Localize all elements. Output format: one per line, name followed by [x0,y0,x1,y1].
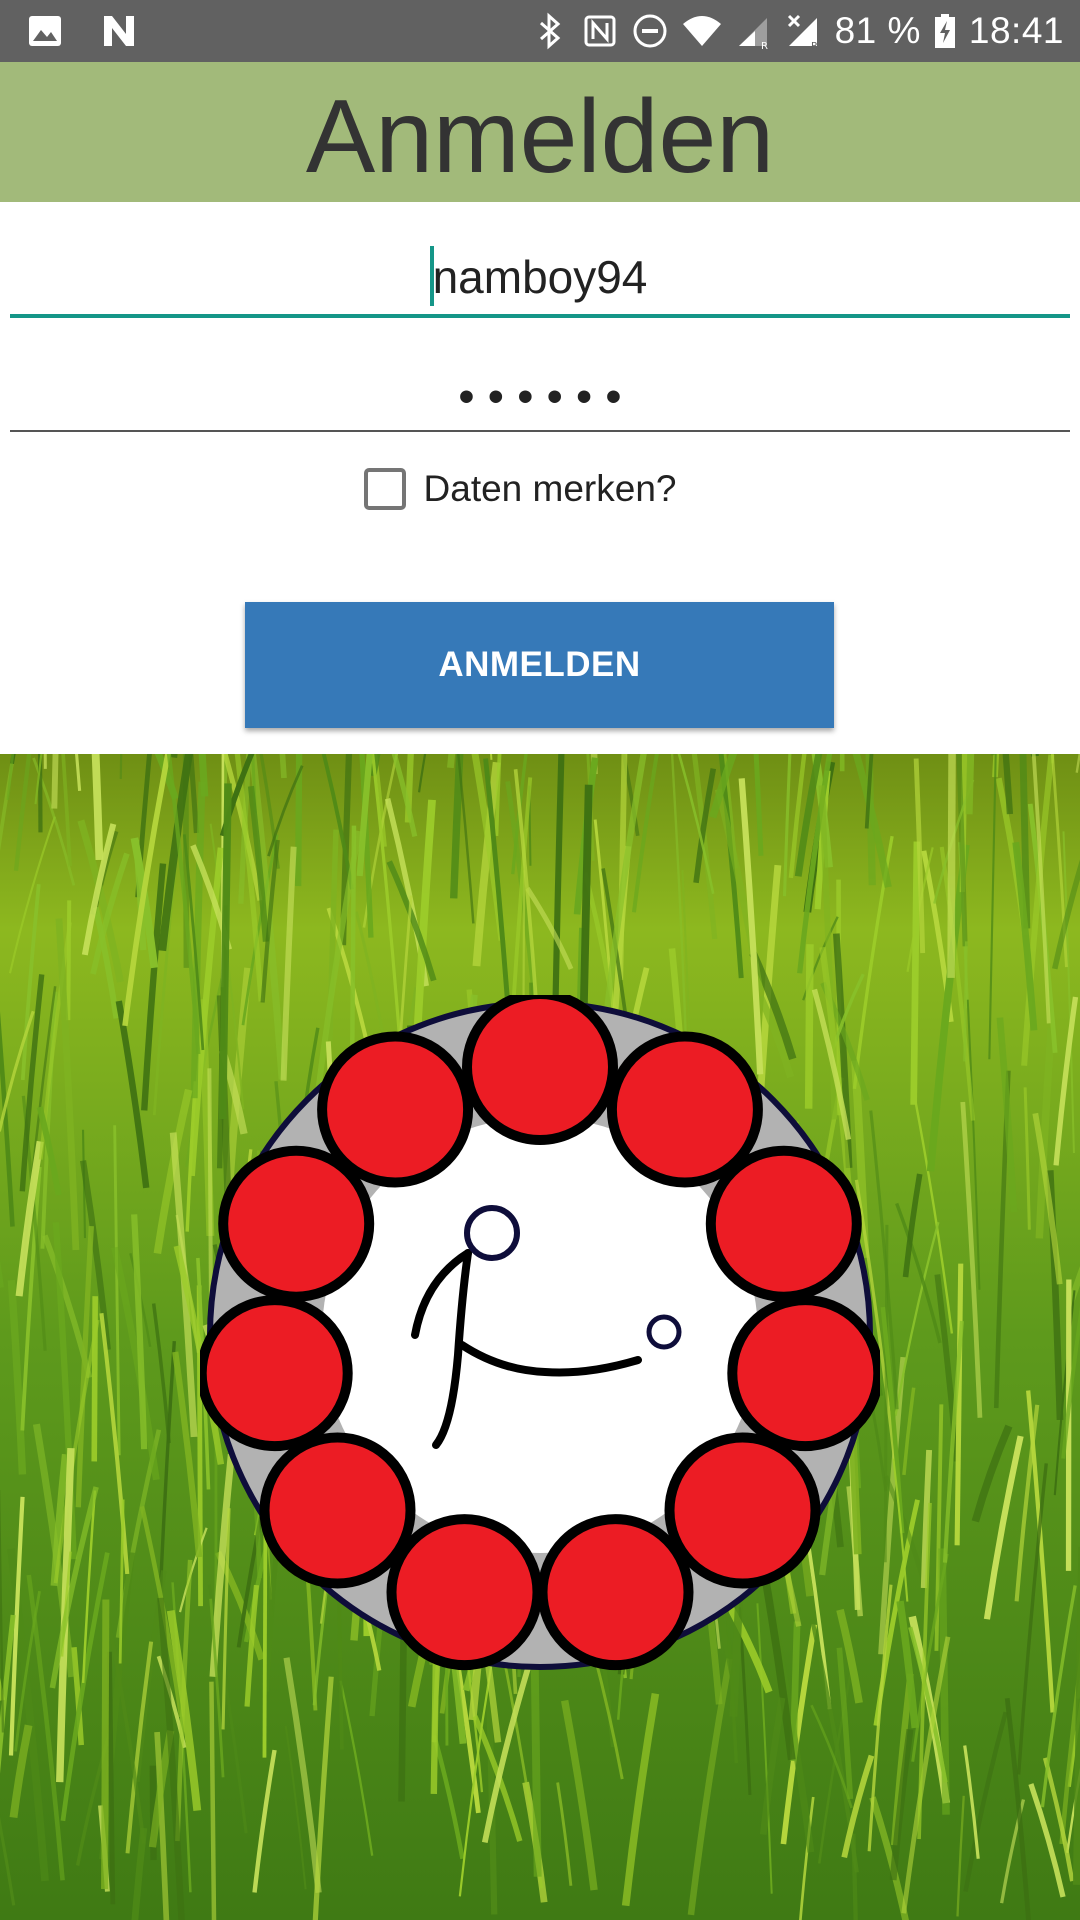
login-button[interactable]: ANMELDEN [245,602,834,728]
logo-bead [606,1031,763,1188]
wifi-icon [682,16,721,46]
username-field[interactable]: namboy94 [10,240,1070,318]
signal-icon-sim2: R [787,14,818,50]
clock: 18:41 [968,10,1064,51]
logo-bead [386,1514,543,1671]
login-screen: R R 81 % 18:41 Anmelden namboy94 •••••• … [0,0,1080,1920]
logo-bead [259,1432,416,1589]
logo-bead [727,1295,880,1452]
logo-bead [462,995,618,1145]
app-logo [200,995,880,1671]
title-bar: Anmelden [0,62,1080,202]
logo-bead [705,1145,862,1302]
do-not-disturb-icon [633,14,667,48]
username-value: namboy94 [432,251,648,303]
svg-text:R: R [811,41,818,50]
page-title: Anmelden [305,78,775,195]
bluetooth-icon [539,12,560,50]
svg-text:R: R [761,41,768,50]
logo-bead [537,1514,694,1671]
battery-percentage: 81 % [834,10,921,51]
logo-bead [664,1432,821,1589]
gallery-notification-icon [29,16,61,46]
text-cursor [429,246,434,306]
battery-charging-icon [934,14,955,48]
signal-icon-sim1: R [738,18,768,50]
password-mask: •••••• [458,372,636,421]
status-bar: R R 81 % 18:41 [0,0,1080,62]
logo-bead [200,1295,353,1452]
logo-bead [218,1145,375,1302]
remember-me-row[interactable]: Daten merken? [0,468,1080,510]
password-field[interactable]: •••••• [10,354,1070,432]
n-notification-icon [104,16,134,46]
login-form: namboy94 •••••• Daten merken? ANMELDEN [0,202,1080,754]
remember-me-label[interactable]: Daten merken? [424,468,677,510]
remember-me-checkbox[interactable] [363,468,406,510]
logo-bead [317,1031,474,1188]
nfc-icon [584,15,616,47]
